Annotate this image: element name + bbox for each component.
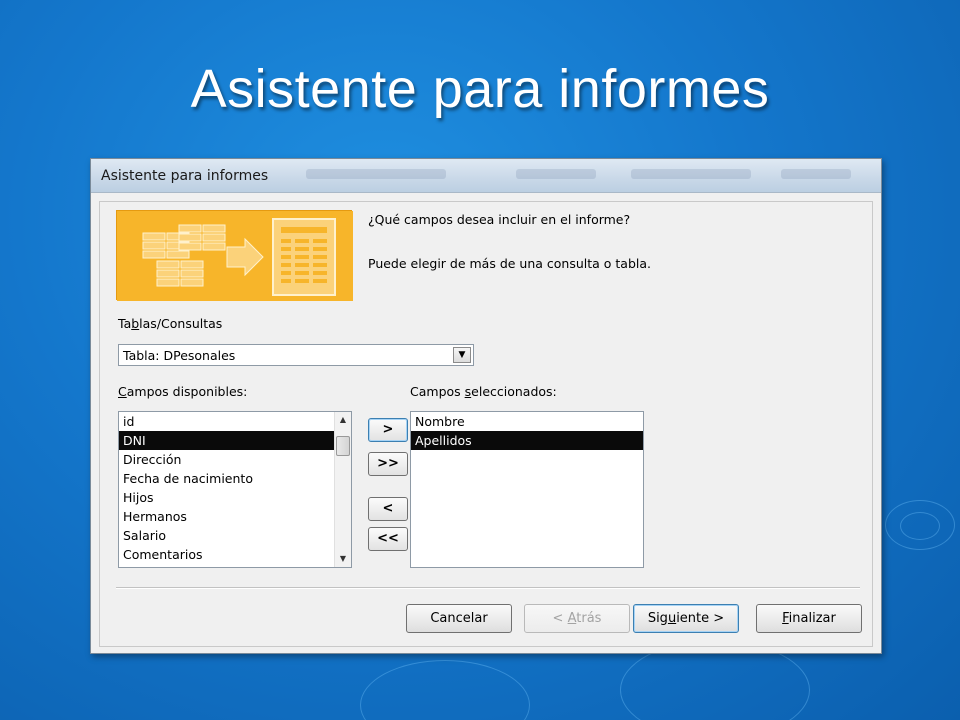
cancel-button[interactable]: Cancelar bbox=[406, 604, 512, 633]
list-item[interactable]: Salario bbox=[119, 526, 351, 545]
tables-queries-dropdown[interactable]: Tabla: DPesonales ▼ bbox=[118, 344, 474, 366]
list-item[interactable]: id bbox=[119, 412, 351, 431]
add-all-fields-button[interactable]: >> bbox=[368, 452, 408, 476]
titlebar-background-ghost bbox=[306, 169, 446, 179]
titlebar-background-ghost bbox=[631, 169, 751, 179]
remove-all-fields-button[interactable]: << bbox=[368, 527, 408, 551]
ripple-decoration bbox=[885, 500, 955, 550]
list-item[interactable]: Dirección bbox=[119, 450, 351, 469]
tables-queries-label: Tablas/Consultas bbox=[118, 316, 223, 331]
selected-fields-list[interactable]: Nombre Apellidos bbox=[410, 411, 644, 568]
ripple-decoration bbox=[900, 512, 940, 540]
selected-fields-items: Nombre Apellidos bbox=[411, 412, 643, 450]
list-item[interactable]: Comentarios bbox=[119, 545, 351, 564]
next-button[interactable]: Siguiente > bbox=[633, 604, 739, 633]
tables-queries-value: Tabla: DPesonales bbox=[123, 348, 236, 363]
available-fields-list[interactable]: id DNI Dirección Fecha de nacimiento Hijos He… bbox=[118, 411, 352, 568]
remove-field-button[interactable]: < bbox=[368, 497, 408, 521]
list-item[interactable]: Nombre bbox=[411, 412, 643, 431]
list-item[interactable]: Hijos bbox=[119, 488, 351, 507]
report-wizard-icon bbox=[117, 211, 353, 301]
dialog-titlebar[interactable]: Asistente para informes bbox=[91, 159, 881, 193]
selected-fields-label: Campos seleccionados: bbox=[410, 384, 557, 399]
list-item[interactable]: DNI bbox=[119, 431, 351, 450]
divider bbox=[116, 587, 860, 589]
scroll-down-icon[interactable]: ▼ bbox=[335, 551, 351, 567]
report-wizard-dialog: Asistente para informes ¿Qué campos dese… bbox=[90, 158, 882, 654]
back-button[interactable]: < Atrás bbox=[524, 604, 630, 633]
available-fields-scrollbar[interactable]: ▲ ▼ bbox=[334, 412, 351, 567]
list-item[interactable]: Fecha de nacimiento bbox=[119, 469, 351, 488]
prompt-question: ¿Qué campos desea incluir en el informe? bbox=[368, 212, 631, 227]
prompt-hint: Puede elegir de más de una consulta o ta… bbox=[368, 256, 652, 271]
scroll-up-icon[interactable]: ▲ bbox=[335, 412, 351, 428]
dialog-title: Asistente para informes bbox=[101, 168, 269, 184]
list-item[interactable]: Hermanos bbox=[119, 507, 351, 526]
add-field-button[interactable]: > bbox=[368, 418, 408, 442]
list-item[interactable]: Apellidos bbox=[411, 431, 643, 450]
available-fields-items: id DNI Dirección Fecha de nacimiento Hijos He… bbox=[119, 412, 351, 564]
ripple-decoration bbox=[360, 660, 530, 720]
report-wizard-illustration bbox=[116, 210, 353, 301]
scroll-thumb[interactable] bbox=[336, 436, 350, 456]
available-fields-label: Campos disponibles: bbox=[118, 384, 248, 399]
slide-title: Asistente para informes bbox=[190, 59, 770, 119]
finish-button[interactable]: Finalizar bbox=[756, 604, 862, 633]
dialog-body: ¿Qué campos desea incluir en el informe?… bbox=[99, 201, 873, 647]
titlebar-background-ghost bbox=[781, 169, 851, 179]
dropdown-arrow-icon[interactable]: ▼ bbox=[453, 347, 471, 363]
titlebar-background-ghost bbox=[516, 169, 596, 179]
